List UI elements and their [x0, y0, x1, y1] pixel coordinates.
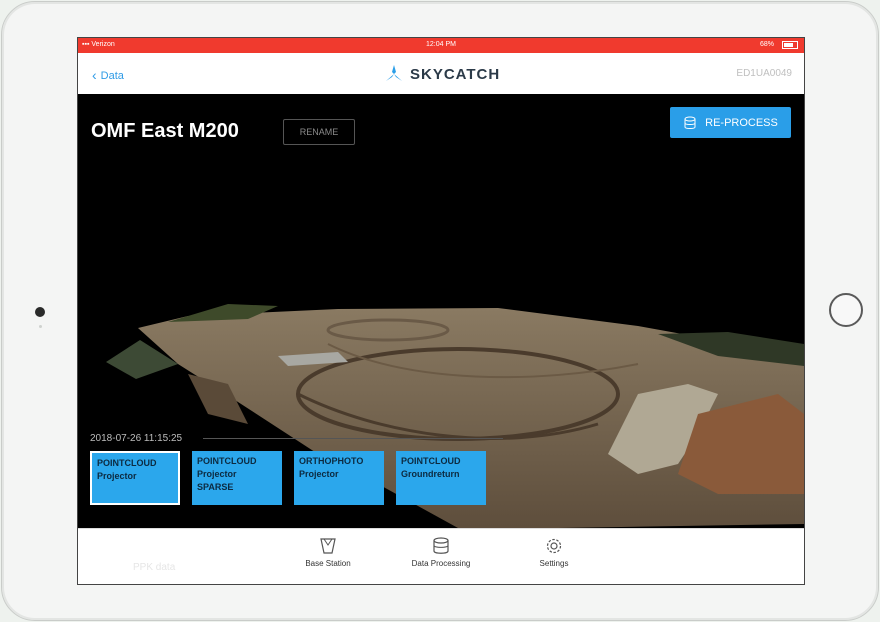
- output-tile-pointcloud-groundreturn[interactable]: POINTCLOUD Groundreturn: [396, 451, 486, 505]
- back-button[interactable]: ‹ Data: [92, 66, 124, 83]
- rename-button[interactable]: RENAME: [283, 119, 355, 145]
- tab-data-processing[interactable]: Data Processing: [401, 537, 481, 568]
- gear-icon: [546, 538, 562, 554]
- clock: 12:04 PM: [426, 41, 456, 48]
- nav-bar: ‹ Data SKYCATCH ED1UA0049: [78, 53, 804, 95]
- front-camera: [35, 307, 45, 317]
- tab-bar: PPK data Base Station Data Processing Se…: [78, 528, 804, 584]
- app-logo: SKYCATCH: [384, 64, 500, 84]
- status-bar: ▪▪▪ Verizon 12:04 PM 68%: [78, 38, 804, 53]
- tile-subtitle: Projector: [197, 469, 237, 479]
- ppk-data-ghost-text: PPK data: [133, 562, 176, 573]
- tab-label: Settings: [539, 559, 569, 568]
- reprocess-label: RE-PROCESS: [705, 116, 778, 129]
- tile-subtitle: Projector: [299, 469, 339, 479]
- tab-base-station[interactable]: Base Station: [288, 537, 368, 568]
- tile-subtitle: Groundreturn: [401, 469, 460, 479]
- dataset-title: OMF East M200: [91, 120, 239, 142]
- tab-label: Base Station: [305, 559, 351, 568]
- tile-type: POINTCLOUD: [401, 456, 461, 466]
- chevron-left-icon: ‹: [92, 67, 97, 83]
- output-tile-pointcloud-sparse[interactable]: POINTCLOUD Projector SPARSE: [192, 451, 282, 505]
- base-station-icon: [320, 538, 336, 554]
- battery-percent: 68%: [759, 41, 774, 48]
- app-name: SKYCATCH: [410, 65, 501, 83]
- timestamp-divider: [203, 438, 503, 439]
- battery-icon: [782, 41, 798, 49]
- capture-timestamp: 2018-07-26 11:15:25: [90, 433, 183, 444]
- app-screen: ▪▪▪ Verizon 12:04 PM 68% ‹ Data SKYCATCH …: [77, 37, 805, 585]
- tile-type: POINTCLOUD: [197, 456, 257, 466]
- ambient-sensor: [39, 325, 42, 328]
- back-label: Data: [100, 70, 124, 82]
- reprocess-button[interactable]: RE-PROCESS: [670, 107, 791, 138]
- database-icon: [684, 116, 696, 129]
- device-serial: ED1UA0049: [736, 68, 792, 79]
- tab-label: Data Processing: [411, 559, 471, 568]
- tab-settings[interactable]: Settings: [514, 537, 594, 568]
- home-button[interactable]: [829, 293, 863, 327]
- skycatch-logo-icon: [386, 65, 402, 81]
- tile-extra: SPARSE: [197, 482, 234, 492]
- tile-type: ORTHOPHOTO: [299, 456, 364, 466]
- output-tile-pointcloud-projector[interactable]: POINTCLOUD Projector: [90, 451, 180, 505]
- output-tile-orthophoto-projector[interactable]: ORTHOPHOTO Projector: [294, 451, 384, 505]
- tile-subtitle: Projector: [97, 471, 137, 481]
- database-icon: [433, 537, 449, 554]
- tile-type: POINTCLOUD: [97, 458, 157, 468]
